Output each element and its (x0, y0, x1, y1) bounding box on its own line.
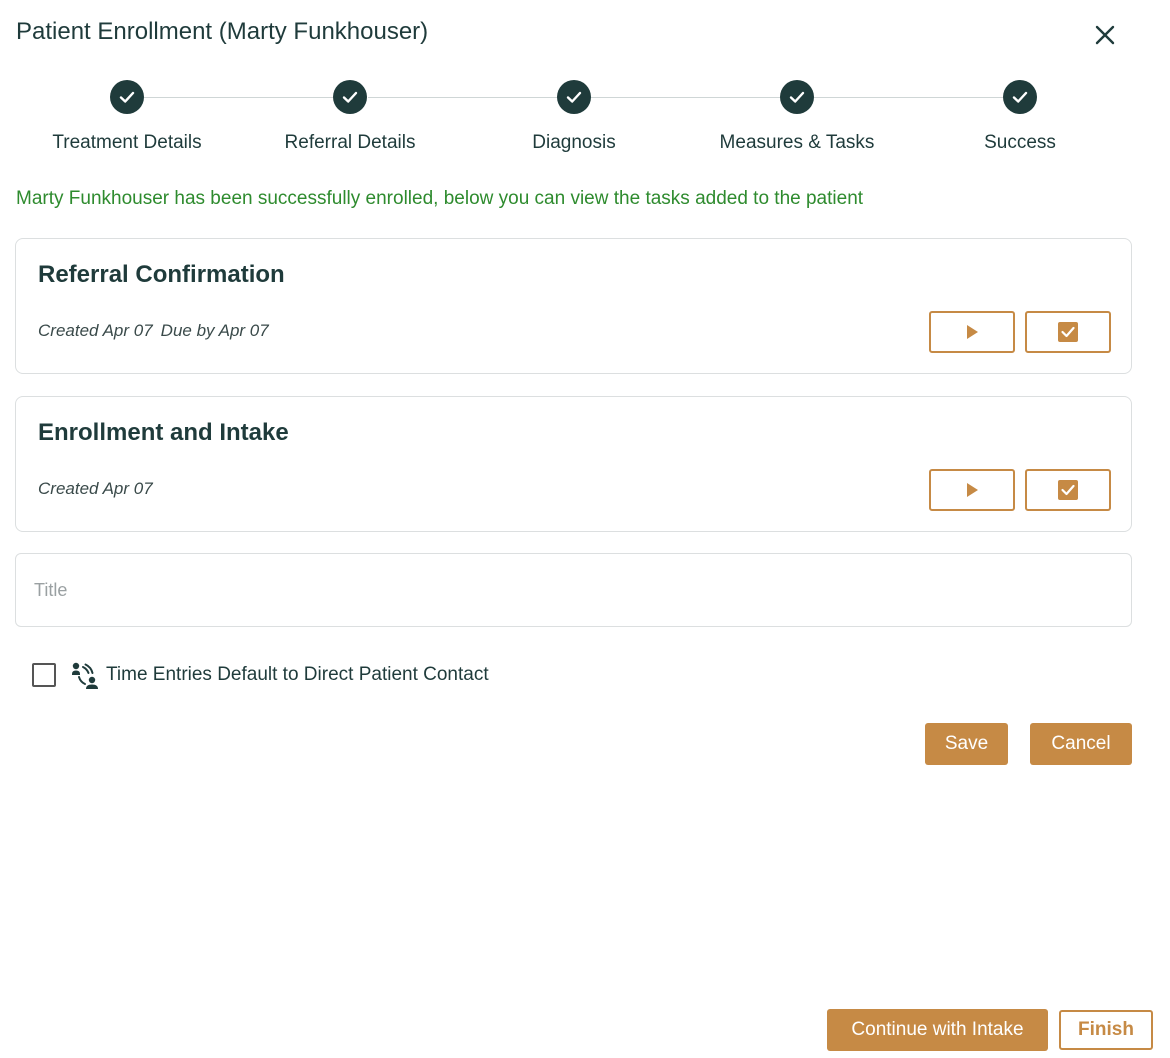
close-icon (1095, 25, 1115, 45)
direct-contact-checkbox[interactable] (32, 663, 56, 687)
step-label: Diagnosis (532, 132, 616, 153)
step-referral-details: Referral Details (240, 80, 460, 154)
finish-button[interactable]: Finish (1059, 1010, 1153, 1050)
step-check-icon (557, 80, 591, 114)
play-icon (967, 483, 978, 497)
step-diagnosis: Diagnosis (464, 80, 684, 154)
task-card: Enrollment and Intake Created Apr 07 (15, 396, 1132, 532)
task-meta: Created Apr 07 (38, 479, 153, 499)
step-check-icon (780, 80, 814, 114)
step-label: Referral Details (284, 132, 416, 153)
enrollment-stepper: Treatment Details Referral Details Diagn… (0, 80, 1170, 170)
step-check-icon (110, 80, 144, 114)
direct-contact-row: Time Entries Default to Direct Patient C… (32, 660, 489, 690)
play-icon (967, 325, 978, 339)
close-button[interactable] (1090, 20, 1120, 50)
complete-task-button[interactable] (1025, 311, 1111, 353)
save-button[interactable]: Save (925, 723, 1008, 765)
task-title: Enrollment and Intake (38, 419, 289, 446)
task-created-date: Created Apr 07 (38, 321, 153, 340)
start-task-button[interactable] (929, 311, 1015, 353)
step-measures-tasks: Measures & Tasks (687, 80, 907, 154)
task-card: Referral Confirmation Created Apr 07 Due … (15, 238, 1132, 374)
task-due-date: Due by Apr 07 (160, 321, 269, 340)
checkbox-checked-icon (1058, 322, 1078, 342)
task-title-input[interactable] (15, 553, 1132, 627)
step-label: Measures & Tasks (719, 132, 875, 153)
task-title: Referral Confirmation (38, 261, 285, 288)
modal-title: Patient Enrollment (Marty Funkhouser) (16, 18, 429, 45)
patient-contact-icon (72, 662, 98, 689)
start-task-button[interactable] (929, 469, 1015, 511)
task-created-date: Created Apr 07 (38, 479, 153, 498)
complete-task-button[interactable] (1025, 469, 1111, 511)
step-label: Treatment Details (52, 132, 202, 153)
task-meta: Created Apr 07 Due by Apr 07 (38, 321, 269, 341)
success-message: Marty Funkhouser has been successfully e… (16, 188, 864, 209)
step-label: Success (984, 132, 1056, 153)
step-check-icon (333, 80, 367, 114)
step-treatment-details: Treatment Details (17, 80, 237, 154)
cancel-button[interactable]: Cancel (1030, 723, 1132, 765)
direct-contact-label: Time Entries Default to Direct Patient C… (106, 664, 489, 685)
continue-with-intake-button[interactable]: Continue with Intake (827, 1009, 1048, 1051)
checkbox-checked-icon (1058, 480, 1078, 500)
step-success: Success (910, 80, 1130, 154)
step-check-icon (1003, 80, 1037, 114)
